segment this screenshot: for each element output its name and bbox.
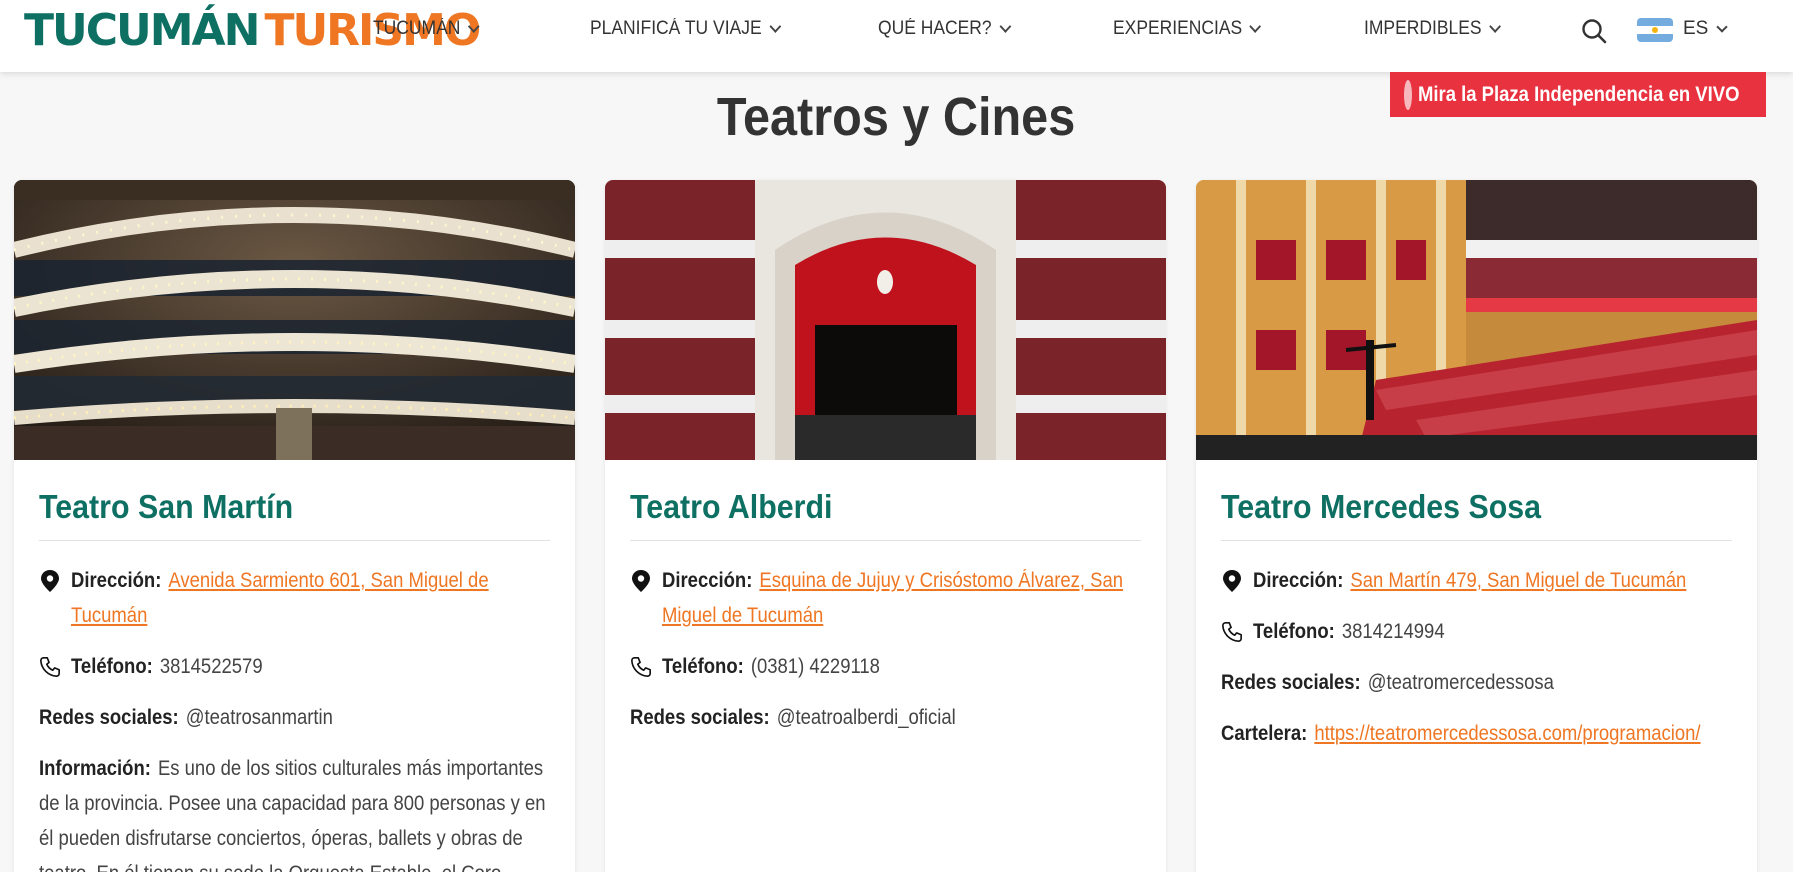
chevron-down-icon	[1489, 19, 1501, 33]
nav-item-experiencias[interactable]: EXPERIENCIAS	[1113, 0, 1262, 58]
social-row: Redes sociales: @teatrosanmartin	[39, 700, 550, 735]
language-selector[interactable]: ES	[1683, 0, 1729, 58]
phone-label: Teléfono:	[1253, 620, 1335, 643]
cartelera-row: Cartelera: https://teatromercedessosa.com…	[1221, 716, 1732, 751]
nav-item-que-hacer[interactable]: QUÉ HACER?	[878, 0, 1011, 58]
cartelera-label: Cartelera:	[1221, 722, 1308, 745]
phone-icon	[1222, 622, 1242, 642]
cartelera-link[interactable]: https://teatromercedessosa.com/programac…	[1314, 722, 1700, 745]
venue-title: Teatro Alberdi	[630, 488, 1141, 541]
address-link[interactable]: San Martín 479, San Miguel de Tucumán	[1350, 569, 1686, 592]
page-title-text: Teatros y Cines	[717, 87, 1076, 147]
phone-row: Teléfono: 3814522579	[39, 649, 550, 684]
nav-label: TUCUMÁN	[373, 18, 461, 39]
address-label: Dirección:	[71, 569, 162, 592]
social-label: Redes sociales:	[39, 706, 179, 729]
chevron-down-icon	[467, 19, 480, 33]
venue-card: Teatro Alberdi Dirección: Esquina de Juju…	[605, 180, 1166, 872]
nav-label: PLANIFICÁ TU VIAJE	[590, 18, 762, 39]
location-pin-icon	[632, 570, 650, 592]
nav-item-planifica[interactable]: PLANIFICÁ TU VIAJE	[590, 0, 781, 58]
venue-title: Teatro Mercedes Sosa	[1221, 488, 1732, 541]
social-label: Redes sociales:	[630, 706, 770, 729]
phone-value: (0381) 4229118	[750, 655, 880, 678]
nav-item-tucuman[interactable]: TUCUMÁN	[373, 0, 480, 58]
teatro-mercedes-sosa-photo	[1196, 180, 1757, 460]
social-value: @teatrosanmartin	[185, 706, 333, 729]
phone-icon	[40, 657, 60, 677]
site-header: TUCUMÁN TURISMO TUCUMÁN PLANIFICÁ TU VIA…	[0, 0, 1793, 72]
teatro-alberdi-photo	[605, 180, 1166, 460]
phone-row: Teléfono: (0381) 4229118	[630, 649, 1141, 684]
venue-card: Teatro San Martín Dirección: Avenida Sarm…	[14, 180, 575, 872]
address-label: Dirección:	[1253, 569, 1344, 592]
live-dot-icon	[1404, 79, 1412, 110]
chevron-down-icon	[769, 19, 781, 33]
nav-label: QUÉ HACER?	[878, 18, 992, 39]
live-stream-button[interactable]: Mira la Plaza Independencia en VIVO	[1390, 72, 1766, 117]
phone-value: 3814214994	[1341, 620, 1445, 643]
venue-title: Teatro San Martín	[39, 488, 550, 541]
chevron-down-icon	[999, 19, 1011, 33]
phone-label: Teléfono:	[71, 655, 153, 678]
phone-icon	[631, 657, 651, 677]
location-pin-icon	[41, 570, 59, 592]
location-pin-icon	[1223, 570, 1241, 592]
social-label: Redes sociales:	[1221, 671, 1361, 694]
phone-row: Teléfono: 3814214994	[1221, 614, 1732, 649]
address-row: Dirección: Esquina de Jujuy y Crisóstomo …	[630, 563, 1141, 633]
nav-label: IMPERDIBLES	[1364, 18, 1482, 39]
social-value: @teatroalberdi_oficial	[776, 706, 956, 729]
phone-label: Teléfono:	[662, 655, 744, 678]
chevron-down-icon	[1716, 20, 1729, 33]
chevron-down-icon	[1249, 19, 1262, 33]
nav-item-imperdibles[interactable]: IMPERDIBLES	[1364, 0, 1501, 58]
nav-label: EXPERIENCIAS	[1113, 18, 1243, 39]
address-row: Dirección: Avenida Sarmiento 601, San Mig…	[39, 563, 550, 633]
address-label: Dirección:	[662, 569, 753, 592]
phone-value: 3814522579	[159, 655, 263, 678]
argentina-flag-icon[interactable]	[1637, 18, 1673, 42]
teatro-san-martin-photo	[14, 180, 575, 460]
info-label: Información:	[39, 757, 151, 780]
social-row: Redes sociales: @teatroalberdi_oficial	[630, 700, 1141, 735]
search-icon[interactable]	[1581, 18, 1607, 44]
language-label: ES	[1683, 18, 1709, 39]
live-banner-label: Mira la Plaza Independencia en VIVO	[1418, 82, 1740, 106]
logo-part-tucuman: TUCUMÁN	[24, 5, 260, 56]
social-value: @teatromercedessosa	[1367, 671, 1554, 694]
social-row: Redes sociales: @teatromercedessosa	[1221, 665, 1732, 700]
info-row: Información: Es uno de los sitios cultura…	[39, 751, 550, 872]
address-row: Dirección: San Martín 479, San Miguel de …	[1221, 563, 1732, 598]
venue-card: Teatro Mercedes Sosa Dirección: San Martí…	[1196, 180, 1757, 872]
